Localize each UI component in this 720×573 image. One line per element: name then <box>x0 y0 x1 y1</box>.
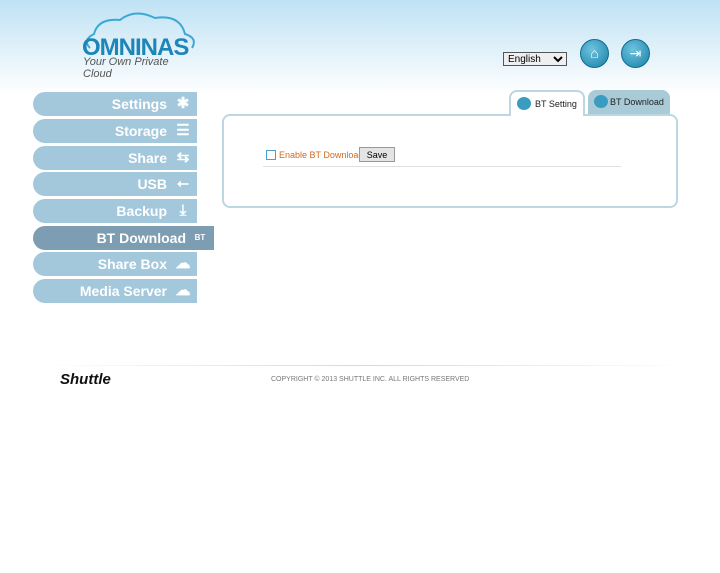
share-box-icon: ☁ <box>175 255 191 272</box>
bt-icon <box>594 95 608 108</box>
logout-button[interactable]: ⇥ <box>621 39 650 68</box>
backup-icon: ⤓ <box>179 202 187 219</box>
nav-storage[interactable]: Storage ☰ <box>33 119 197 143</box>
usb-icon: ⭠ <box>176 175 189 192</box>
media-server-icon: ☁ <box>175 282 191 299</box>
home-icon: ⌂ <box>590 45 599 61</box>
nav-share[interactable]: Share ⇆ <box>33 146 197 170</box>
shuttle-logo: Shuttle <box>60 371 111 388</box>
nav-label: Backup <box>116 203 167 219</box>
bt-icon: BT <box>194 233 206 242</box>
nav-label: Share Box <box>97 256 167 272</box>
save-button[interactable]: Save <box>359 147 395 162</box>
nav-bt-download[interactable]: BT Download BT <box>33 226 214 250</box>
nav-settings[interactable]: Settings ✱ <box>33 92 197 116</box>
tab-bt-setting[interactable]: BT Setting <box>509 90 585 116</box>
nav-share-box[interactable]: Share Box ☁ <box>33 252 197 276</box>
nav-label: USB <box>137 176 167 192</box>
nav-label: Settings <box>111 96 167 112</box>
logo-tagline: Your Own Private Cloud <box>83 56 169 80</box>
omninas-logo: OMNINAS Your Own Private Cloud <box>80 10 200 80</box>
tab-label: BT Download <box>610 97 664 107</box>
nav-label: BT Download <box>96 230 186 246</box>
nav-backup[interactable]: Backup ⤓ <box>33 199 197 223</box>
storage-icon: ☰ <box>176 122 190 139</box>
enable-bt-label: Enable BT Download <box>279 150 364 160</box>
settings-icon: ✱ <box>176 95 190 112</box>
copyright-text: COPYRIGHT © 2013 SHUTTLE INC. ALL RIGHTS… <box>271 376 470 383</box>
content-panel <box>222 114 678 208</box>
nav-label: Media Server <box>79 283 167 299</box>
nav-media-server[interactable]: Media Server ☁ <box>33 279 197 303</box>
bt-icon <box>517 97 531 110</box>
divider <box>263 166 621 167</box>
language-select[interactable]: English <box>503 52 567 66</box>
share-icon: ⇆ <box>176 149 190 166</box>
nav-label: Storage <box>114 123 167 139</box>
nav-label: Share <box>128 150 167 166</box>
home-button[interactable]: ⌂ <box>580 39 609 68</box>
enable-bt-checkbox[interactable] <box>266 150 276 160</box>
tab-label: BT Setting <box>535 99 577 109</box>
tab-bt-download[interactable]: BT Download <box>588 90 670 114</box>
logout-icon: ⇥ <box>629 45 642 61</box>
footer-divider <box>40 365 690 366</box>
nav-usb[interactable]: USB ⭠ <box>33 172 197 196</box>
